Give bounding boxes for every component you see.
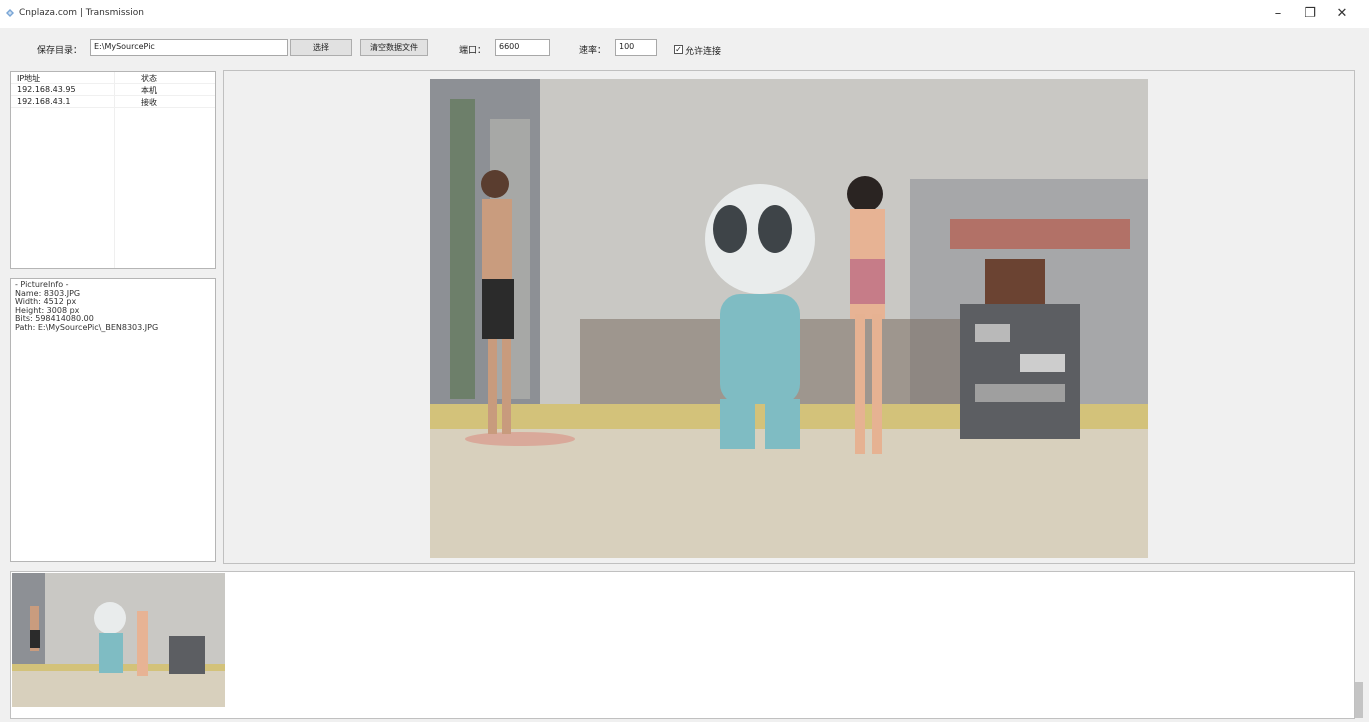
save-dir-input[interactable]: E:\MySourcePic — [90, 39, 288, 56]
title-bar: Cnplaza.com | Transmission – ❐ ✕ — [0, 0, 1369, 28]
status-cell: 本机 — [141, 86, 157, 95]
ip-cell: 192.168.43.95 — [17, 85, 76, 94]
ip-list-row[interactable]: 192.168.43.95 本机 — [11, 84, 215, 96]
thumbnail-item[interactable] — [12, 573, 225, 707]
close-button[interactable]: ✕ — [1327, 2, 1357, 26]
window-title: Cnplaza.com | Transmission — [19, 8, 144, 18]
save-dir-label: 保存目录： — [37, 46, 83, 56]
picture-info-panel[interactable]: - PictureInfo - Name: 8303.JPG Width: 45… — [10, 278, 216, 562]
checkbox-checked-icon[interactable]: ✓ — [674, 45, 683, 54]
ip-column-header[interactable]: IP地址 — [17, 73, 40, 84]
scrollbar-thumb[interactable] — [1355, 682, 1363, 718]
speed-input[interactable]: 100 — [615, 39, 657, 56]
clear-data-button[interactable]: 清空数据文件 — [360, 39, 428, 56]
ip-list-row[interactable]: 192.168.43.1 接收 — [11, 96, 215, 108]
ip-cell: 192.168.43.1 — [17, 97, 71, 106]
browse-button[interactable]: 选择 — [290, 39, 352, 56]
restore-button[interactable]: ❐ — [1295, 2, 1325, 26]
minimize-button[interactable]: – — [1263, 2, 1293, 26]
ip-list[interactable]: IP地址 状态 192.168.43.95 本机 192.168.43.1 接收 — [10, 71, 216, 269]
preview-image — [430, 79, 1148, 558]
info-path: Path: E:\MySourcePic\_BEN8303.JPG — [15, 322, 159, 332]
app-icon — [6, 9, 14, 17]
status-column-header[interactable]: 状态 — [141, 73, 157, 84]
allow-connect-label: 允许连接 — [685, 47, 722, 57]
port-input[interactable]: 6600 — [495, 39, 550, 56]
ip-list-header: IP地址 状态 — [11, 72, 215, 84]
speed-label: 速率： — [579, 46, 607, 56]
port-label: 端口： — [459, 46, 487, 56]
status-cell: 接收 — [141, 98, 157, 107]
